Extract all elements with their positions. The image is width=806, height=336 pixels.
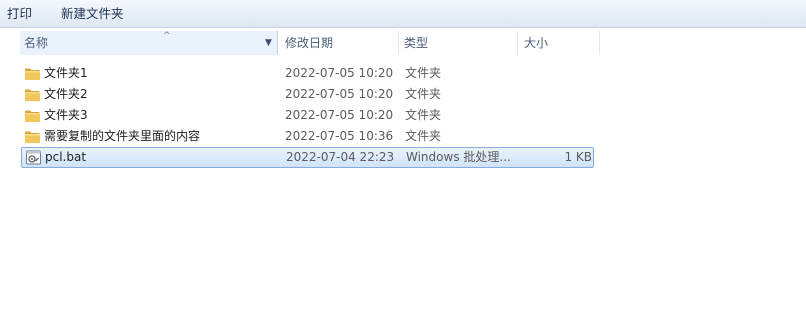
file-name: 文件夹2 (44, 87, 88, 101)
file-date: 2022-07-05 10:20 (285, 108, 394, 122)
sort-ascending-icon: ^ (163, 31, 171, 41)
column-header-name[interactable]: 名称 ^ (20, 31, 278, 55)
print-button[interactable]: 打印 (1, 0, 38, 27)
file-row-selected[interactable]: pcl.bat 2022-07-04 22:23 Windows 批处理... … (21, 147, 594, 168)
file-date: 2022-07-05 10:20 (285, 66, 394, 80)
file-type: 文件夹 (405, 66, 442, 80)
folder-icon (25, 68, 40, 80)
folder-icon (25, 110, 40, 122)
column-header-size[interactable]: 大小 (520, 31, 600, 55)
file-row[interactable]: 需要复制的文件夹里面的内容 2022-07-05 10:36 文件夹 (21, 126, 594, 147)
folder-icon (25, 131, 40, 143)
file-name: 文件夹1 (44, 66, 88, 80)
file-date: 2022-07-04 22:23 (286, 150, 395, 164)
command-toolbar: 打印 新建文件夹 (0, 0, 806, 28)
folder-icon (25, 89, 40, 101)
new-folder-button[interactable]: 新建文件夹 (55, 0, 130, 27)
file-name: pcl.bat (45, 150, 87, 164)
column-name-label: 名称 (24, 36, 49, 50)
batch-file-icon (26, 150, 41, 165)
column-size-label: 大小 (524, 36, 549, 50)
file-size: 1 KB (564, 150, 592, 164)
file-name: 文件夹3 (44, 108, 88, 122)
file-row[interactable]: 文件夹3 2022-07-05 10:20 文件夹 (21, 105, 594, 126)
column-date-label: 修改日期 (285, 36, 334, 50)
column-filter-dropdown-icon[interactable]: ▼ (265, 39, 272, 48)
column-type-label: 类型 (404, 36, 429, 50)
file-type: Windows 批处理... (406, 150, 511, 164)
column-header-date[interactable]: 修改日期 (281, 31, 399, 55)
column-header-bar: 名称 ^ 修改日期 类型 大小 (0, 31, 806, 55)
file-type: 文件夹 (405, 108, 442, 122)
file-row[interactable]: 文件夹2 2022-07-05 10:20 文件夹 (21, 84, 594, 105)
column-header-type[interactable]: 类型 (400, 31, 518, 55)
file-type: 文件夹 (405, 129, 442, 143)
file-name: 需要复制的文件夹里面的内容 (44, 129, 201, 143)
file-type: 文件夹 (405, 87, 442, 101)
file-date: 2022-07-05 10:36 (285, 129, 394, 143)
file-date: 2022-07-05 10:20 (285, 87, 394, 101)
file-row[interactable]: 文件夹1 2022-07-05 10:20 文件夹 (21, 63, 594, 84)
